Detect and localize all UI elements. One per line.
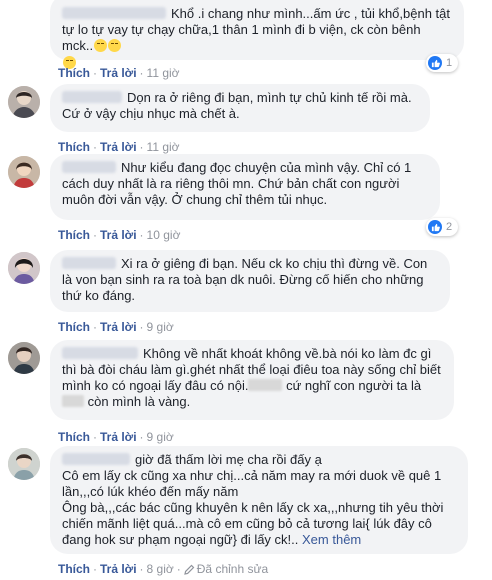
reply-link[interactable]: Trả lời [100, 430, 137, 444]
timestamp[interactable]: 10 giờ [147, 228, 181, 242]
comment-bubble: Xi ra ở giêng đi bạn. Nếu ck ko chịu thì… [50, 250, 450, 312]
comment-actions: Thích · Trả lời · 9 giờ [58, 430, 174, 444]
like-link[interactable]: Thích [58, 430, 90, 444]
like-reaction-icon [428, 56, 442, 70]
comment-1: Khổ .i chang như mình...ấm ức , tủi khổ,… [0, 0, 492, 80]
comment-actions: Thích · Trả lời · 8 giờ · Đã chỉnh sửa [58, 562, 269, 578]
timestamp[interactable]: 9 giờ [147, 430, 174, 444]
timestamp[interactable]: 11 giờ [147, 66, 180, 80]
comment-bubble: Khổ .i chang như mình...ấm ức , tủi khổ,… [50, 0, 464, 69]
like-link[interactable]: Thích [58, 228, 90, 242]
reaction-count: 2 [446, 221, 453, 233]
edit-pencil-icon [183, 564, 195, 578]
reply-link[interactable]: Trả lời [100, 66, 137, 80]
timestamp[interactable]: 8 giờ [147, 562, 174, 576]
redacted-text [248, 379, 283, 391]
comment-bubble: Dọn ra ở riêng đi bạn, mình tự chủ kinh … [50, 84, 430, 132]
comment-text: Cô em lấy ck cũng xa như chị...cả năm ma… [62, 468, 442, 499]
timestamp[interactable]: 9 giờ [147, 320, 174, 334]
comment-5: Không về nhất khoát không về.bà nói ko l… [0, 340, 492, 444]
comment-text: giờ đã thấm lời mẹ cha rồi đấy ạ [135, 452, 322, 467]
like-link[interactable]: Thích [58, 320, 90, 334]
comment-bubble: Không về nhất khoát không về.bà nói ko l… [50, 340, 454, 420]
comment-actions: Thích · Trả lời · 10 giờ [58, 228, 181, 242]
author-name-redacted[interactable] [62, 347, 138, 359]
reply-link[interactable]: Trả lời [100, 320, 137, 334]
comment-6: giờ đã thấm lời mẹ cha rồi đấy ạ Cô em l… [0, 446, 492, 580]
reply-link[interactable]: Trả lời [100, 140, 137, 154]
author-name-redacted[interactable] [62, 7, 166, 19]
avatar[interactable] [8, 342, 40, 374]
pensive-emoji-icon [94, 39, 108, 52]
reply-link[interactable]: Trả lời [100, 562, 137, 576]
avatar[interactable] [8, 156, 40, 188]
reply-link[interactable]: Trả lời [100, 228, 137, 242]
timestamp[interactable]: 11 giờ [147, 140, 180, 154]
comment-actions: Thích · Trả lời · 11 giờ [58, 140, 180, 154]
comment-text: Ông bà,,,các bác cũng khuyên k nên lấy c… [62, 500, 444, 547]
edited-label[interactable]: Đã chỉnh sửa [197, 562, 268, 576]
see-more-link[interactable]: Xem thêm [302, 532, 361, 547]
comment-bubble: giờ đã thấm lời mẹ cha rồi đấy ạ Cô em l… [50, 446, 468, 554]
comment-actions: Thích · Trả lời · 9 giờ [58, 320, 174, 334]
author-name-redacted[interactable] [62, 161, 116, 173]
author-name-redacted[interactable] [62, 91, 122, 103]
comment-2: Dọn ra ở riêng đi bạn, mình tự chủ kinh … [0, 84, 492, 154]
like-link[interactable]: Thích [58, 140, 90, 154]
author-name-redacted[interactable] [62, 257, 116, 269]
comment-4: Xi ra ở giêng đi bạn. Nếu ck ko chịu thì… [0, 250, 492, 336]
reaction-summary[interactable]: 2 [426, 218, 458, 236]
relieved-emoji-icon [108, 39, 122, 52]
avatar[interactable] [8, 252, 40, 284]
author-name-redacted[interactable] [62, 453, 130, 465]
comment-bubble: Như kiểu đang đọc chuyện của mình vậy. C… [50, 154, 440, 220]
avatar[interactable] [8, 86, 40, 118]
avatar[interactable] [8, 448, 40, 480]
comment-text: Xi ra ở giêng đi bạn. Nếu ck ko chịu thì… [62, 256, 428, 303]
like-link[interactable]: Thích [58, 562, 90, 576]
comment-actions: Thích · Trả lời · 11 giờ [58, 66, 180, 80]
reaction-summary[interactable]: 1 [426, 54, 458, 72]
redacted-text [62, 395, 84, 407]
like-link[interactable]: Thích [58, 66, 90, 80]
reaction-count: 1 [446, 57, 453, 69]
like-reaction-icon [428, 220, 442, 234]
comment-3: Như kiểu đang đọc chuyện của mình vậy. C… [0, 154, 492, 246]
